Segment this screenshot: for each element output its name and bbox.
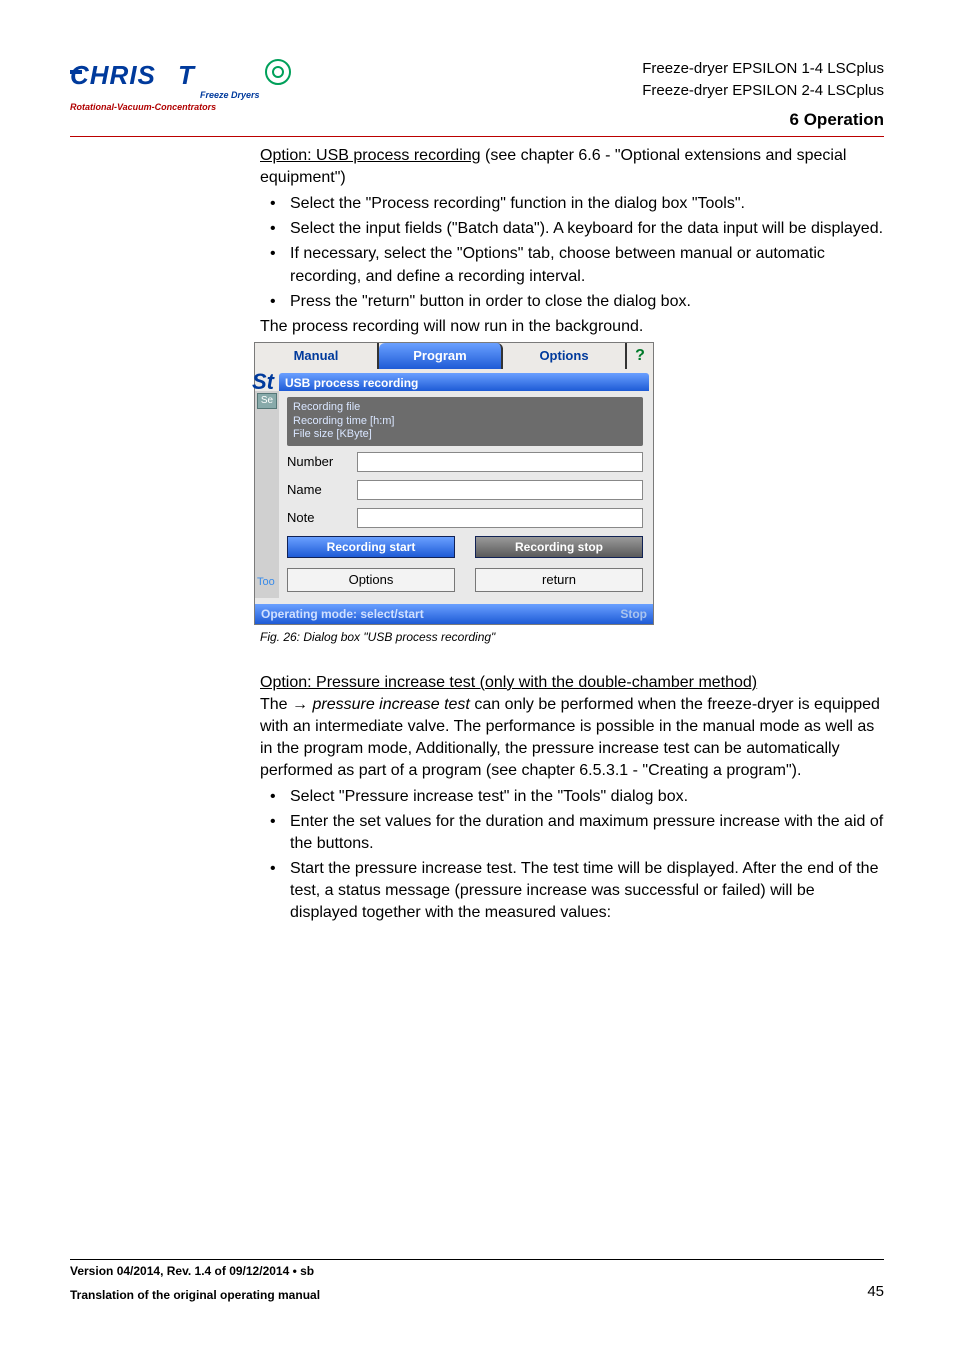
header: CHRIS T Freeze Dryers Rotational-Vacuum-…	[70, 58, 884, 132]
pressure-p1a: The →	[260, 696, 312, 713]
info-l2: Recording time [h:m]	[293, 415, 637, 429]
dialog-btnrow1: Recording start Recording stop	[287, 536, 643, 558]
footer-line2: Translation of the original operating ma…	[70, 1288, 884, 1302]
usb-b2: Select the input fields ("Batch data"). …	[260, 218, 884, 240]
usb-after: The process recording will now run in th…	[260, 316, 884, 338]
tab-program[interactable]: Program	[379, 343, 503, 369]
usb-b1: Select the "Process recording" function …	[260, 193, 884, 215]
tab-options[interactable]: Options	[503, 343, 627, 369]
row-note: Note	[287, 508, 643, 528]
gutter-se: Se	[257, 393, 277, 409]
page: { "header": { "logo_top": "CHRIST", "log…	[0, 0, 954, 1350]
press-b1: Select "Pressure increase test" in the "…	[260, 786, 884, 808]
dialog-midbar: St 2015-10-21 USB process recording	[255, 369, 653, 391]
dialog-info: Recording file Recording time [h:m] File…	[287, 397, 643, 446]
usb-b3: If necessary, select the "Options" tab, …	[260, 243, 884, 287]
tab-manual[interactable]: Manual	[255, 343, 379, 369]
midbar-title: USB process recording	[279, 373, 649, 391]
info-l1: Recording file	[293, 401, 637, 415]
label-number: Number	[287, 453, 357, 471]
header-divider	[70, 136, 884, 137]
press-b2: Enter the set values for the duration an…	[260, 811, 884, 855]
usb-title: Option: USB process recording (see chapt…	[260, 145, 884, 189]
usb-b4: Press the "return" button in order to cl…	[260, 291, 884, 313]
page-number: 45	[867, 1283, 884, 1300]
header-line2: Freeze-dryer EPSILON 2-4 LSCplus	[642, 80, 884, 102]
input-name[interactable]	[357, 480, 643, 500]
pressure-p1b: pressure increase test	[312, 696, 469, 713]
dialog-form: Recording file Recording time [h:m] File…	[279, 391, 653, 598]
svg-text:CHRIS: CHRIS	[70, 60, 156, 90]
logo-sub2: Rotational-Vacuum-Concentrators	[70, 102, 216, 112]
figure-caption: Fig. 26: Dialog box "USB process recordi…	[260, 629, 884, 646]
dialog-gutter: Se Too	[255, 391, 279, 598]
dialog-tabs: Manual Program Options ?	[255, 343, 653, 369]
input-number[interactable]	[357, 452, 643, 472]
dialog-btnrow2: Options return	[287, 568, 643, 592]
dialog-inner: Se Too Recording file Recording time [h:…	[255, 391, 653, 604]
usb-dialog: Manual Program Options ? St 2015-10-21 U…	[254, 342, 654, 625]
options-button[interactable]: Options	[287, 568, 455, 592]
usb-title-link: Option: USB process recording	[260, 147, 481, 164]
recording-stop-button[interactable]: Recording stop	[475, 536, 643, 558]
logo-sub1: Freeze Dryers	[200, 90, 260, 100]
christ-logo: CHRIS T Freeze Dryers Rotational-Vacuum-…	[70, 58, 300, 120]
svg-text:T: T	[178, 60, 196, 90]
row-name: Name	[287, 480, 643, 500]
gutter-too: Too	[255, 575, 279, 590]
status-right: Stop	[620, 606, 647, 623]
row-number: Number	[287, 452, 643, 472]
return-button[interactable]: return	[475, 568, 643, 592]
footer-divider	[70, 1259, 884, 1260]
header-line1: Freeze-dryer EPSILON 1-4 LSCplus	[642, 58, 884, 80]
content: Option: USB process recording (see chapt…	[260, 145, 884, 924]
label-note: Note	[287, 509, 357, 527]
pressure-title: Option: Pressure increase test (only wit…	[260, 672, 884, 694]
pressure-bullets: Select "Pressure increase test" in the "…	[260, 786, 884, 924]
footer-line1: Version 04/2014, Rev. 1.4 of 09/12/2014 …	[70, 1264, 884, 1278]
usb-bullets: Select the "Process recording" function …	[260, 193, 884, 312]
footer: Version 04/2014, Rev. 1.4 of 09/12/2014 …	[70, 1259, 884, 1302]
label-name: Name	[287, 481, 357, 499]
tab-help[interactable]: ?	[627, 343, 653, 369]
header-right: Freeze-dryer EPSILON 1-4 LSCplus Freeze-…	[642, 58, 884, 132]
pressure-p1: The → pressure increase test can only be…	[260, 694, 884, 782]
section-title: 6 Operation	[642, 108, 884, 133]
dialog-statusbar: Operating mode: select/start Stop	[255, 604, 653, 624]
info-l3: File size [KByte]	[293, 428, 637, 442]
press-b3: Start the pressure increase test. The te…	[260, 858, 884, 924]
logo: CHRIS T Freeze Dryers Rotational-Vacuum-…	[70, 58, 300, 120]
status-left: Operating mode: select/start	[261, 606, 424, 623]
input-note[interactable]	[357, 508, 643, 528]
recording-start-button[interactable]: Recording start	[287, 536, 455, 558]
